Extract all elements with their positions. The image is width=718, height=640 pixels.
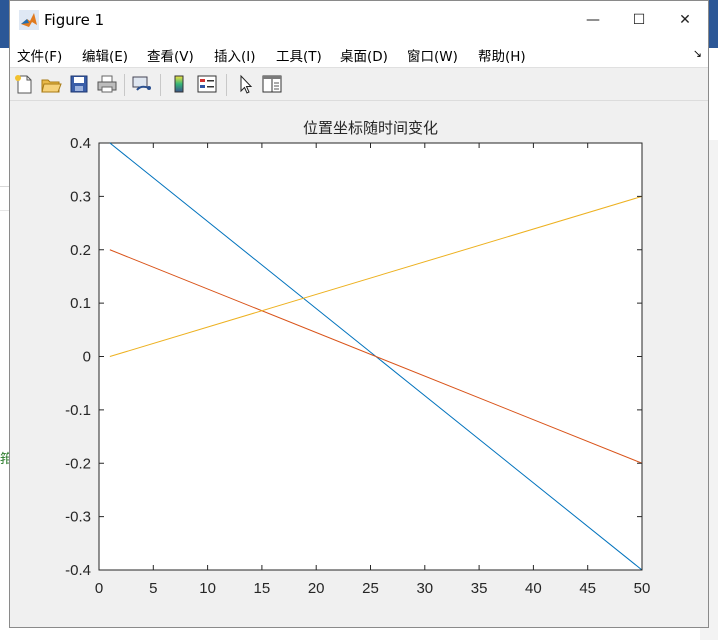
open-file-icon[interactable]	[40, 74, 62, 94]
menu-edit[interactable]: 编辑(E)	[82, 45, 128, 65]
x-tick-label: 50	[634, 580, 651, 597]
print-icon[interactable]	[96, 74, 118, 94]
chart-title: 位置坐标随时间变化	[303, 119, 438, 137]
menu-file[interactable]: 文件(F)	[17, 45, 62, 65]
x-tick-label: 25	[362, 580, 379, 597]
menu-tools[interactable]: 工具(T)	[276, 45, 322, 65]
x-tick-label: 5	[149, 580, 157, 597]
maximize-icon: ☐	[632, 12, 646, 28]
insert-colorbar-icon[interactable]	[168, 74, 190, 94]
y-tick-label: -0.2	[65, 455, 91, 472]
toolbar-separator	[160, 74, 161, 96]
close-icon: ✕	[679, 12, 691, 28]
matlab-logo-icon	[19, 10, 39, 30]
y-tick-label: -0.1	[65, 402, 91, 419]
line-chart[interactable]: 0 5 10 15 20 25 30 35 40 45 50 -0.4 -0.3 -0.2 -0.1 0 0.1…	[10, 100, 708, 627]
x-tick-label: 20	[308, 580, 325, 597]
link-plot-icon[interactable]	[131, 74, 153, 94]
y-tick-label: 0.2	[70, 242, 91, 259]
x-tick-label: 40	[525, 580, 542, 597]
minimize-icon: —	[586, 12, 600, 28]
y-tick-label: 0	[83, 349, 91, 366]
menu-bar: 文件(F) 编辑(E) 查看(V) 插入(I) 工具(T) 桌面(D) 窗口(W…	[10, 39, 708, 67]
property-inspector-icon[interactable]	[261, 74, 283, 94]
menu-window[interactable]: 窗口(W)	[407, 45, 458, 65]
figure-canvas: 0 5 10 15 20 25 30 35 40 45 50 -0.4 -0.3 -0.2 -0.1 0 0.1…	[10, 100, 708, 627]
x-tick-label: 15	[254, 580, 271, 597]
menu-view[interactable]: 查看(V)	[147, 45, 194, 65]
title-bar[interactable]: Figure 1 — ☐ ✕	[10, 1, 708, 39]
maximize-button[interactable]: ☐	[616, 1, 662, 39]
x-tick-label: 35	[471, 580, 488, 597]
figure-window: Figure 1 — ☐ ✕ 文件(F) 编辑(E) 查看(V) 插入(I) 工…	[9, 0, 709, 628]
insert-legend-icon[interactable]	[196, 74, 218, 94]
close-button[interactable]: ✕	[662, 1, 708, 39]
y-tick-label: -0.4	[65, 562, 91, 579]
x-tick-label: 45	[579, 580, 596, 597]
x-tick-label: 0	[95, 580, 103, 597]
new-figure-icon[interactable]	[13, 74, 35, 94]
toolbar-separator	[226, 74, 227, 96]
window-title: Figure 1	[44, 11, 105, 29]
toolbar-separator	[124, 74, 125, 96]
y-tick-label: 0.1	[70, 295, 91, 312]
toolbar	[10, 67, 708, 101]
y-tick-label: -0.3	[65, 509, 91, 526]
menu-help[interactable]: 帮助(H)	[478, 45, 526, 65]
x-tick-label: 10	[199, 580, 216, 597]
minimize-button[interactable]: —	[570, 1, 616, 39]
menu-overflow-icon[interactable]: ↘	[693, 47, 702, 60]
plot-area	[98, 142, 643, 571]
x-tick-label: 30	[416, 580, 433, 597]
save-icon[interactable]	[68, 74, 90, 94]
y-tick-label: 0.3	[70, 188, 91, 205]
menu-desktop[interactable]: 桌面(D)	[340, 45, 388, 65]
edit-plot-arrow-icon[interactable]	[234, 74, 256, 94]
y-tick-label: 0.4	[70, 135, 91, 152]
menu-insert[interactable]: 插入(I)	[214, 45, 256, 65]
